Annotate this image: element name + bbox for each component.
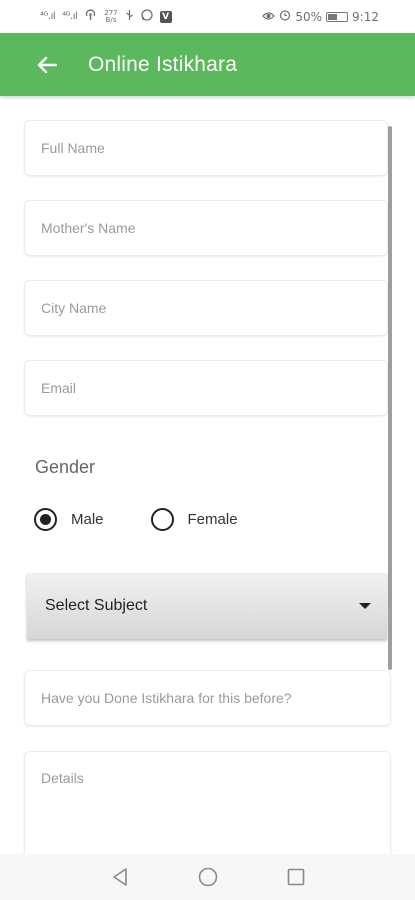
back-triangle-icon (112, 868, 127, 886)
done-before-field (24, 670, 391, 726)
nav-recents-button[interactable] (284, 865, 308, 889)
v-app-icon: V (159, 10, 172, 23)
whatsapp-icon (140, 9, 153, 24)
full-name-input[interactable] (25, 121, 387, 175)
gender-male-label[interactable]: Male (71, 511, 104, 528)
done-before-input[interactable] (25, 671, 390, 725)
system-nav-bar (0, 854, 415, 900)
hotspot-icon (84, 9, 97, 24)
alarm-icon (279, 9, 291, 24)
gender-female-radio[interactable]: Female (150, 508, 238, 531)
nav-back-button[interactable] (108, 865, 132, 889)
full-name-field (24, 120, 388, 176)
home-circle-icon (198, 867, 217, 887)
gender-label: Gender (35, 457, 96, 477)
usb-icon (125, 9, 134, 24)
mother-name-input[interactable] (25, 201, 387, 255)
gender-radio-group: Male Female (34, 508, 238, 531)
arrow-left-icon (37, 56, 57, 73)
network-speed: 277 B/s (104, 8, 118, 24)
nav-home-button[interactable] (196, 865, 220, 889)
radio-unchecked-icon[interactable] (150, 508, 174, 531)
battery-icon (326, 11, 349, 22)
signal-icon: ⁴ᴳ.ıl (40, 11, 56, 22)
battery-percent: 50% (295, 9, 323, 24)
details-field (24, 751, 391, 854)
details-input[interactable] (25, 752, 390, 854)
gender-female-label[interactable]: Female (188, 511, 238, 528)
eye-icon (262, 10, 276, 24)
page-title: Online Istikhara (88, 52, 238, 76)
email-field (24, 360, 388, 416)
form-content[interactable]: Gender Male Female Select Subject (0, 96, 415, 854)
signal-icon: ⁴ᴳ.ıl (62, 11, 78, 22)
subject-select[interactable]: Select Subject (27, 573, 387, 639)
recents-square-icon (287, 868, 304, 886)
radio-checked-icon[interactable] (34, 508, 57, 531)
city-name-input[interactable] (25, 281, 387, 335)
status-left: ⁴ᴳ.ıl ⁴ᴳ.ıl 277 B/s V (40, 9, 172, 24)
city-name-field (24, 280, 388, 336)
email-input[interactable] (25, 361, 387, 415)
caret-down-icon (359, 603, 371, 609)
scrollbar[interactable] (388, 126, 392, 670)
clock: 9:12 (352, 9, 379, 24)
mother-name-field (24, 200, 388, 256)
subject-select-label: Select Subject (45, 597, 148, 614)
status-bar: ⁴ᴳ.ıl ⁴ᴳ.ıl 277 B/s V 50% 9:12 (0, 0, 415, 33)
back-button[interactable] (32, 50, 62, 80)
status-right: 50% 9:12 (262, 9, 379, 24)
app-bar: Online Istikhara (0, 33, 415, 96)
gender-male-radio[interactable]: Male (34, 508, 104, 531)
